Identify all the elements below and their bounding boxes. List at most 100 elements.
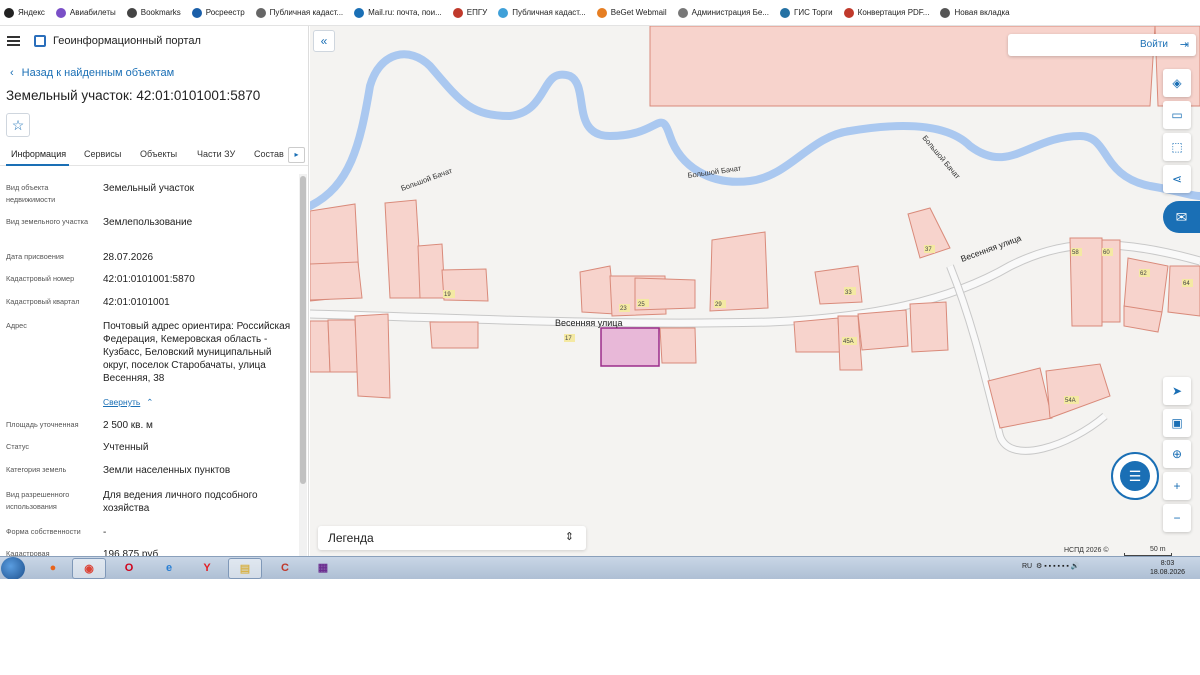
bookmark-icon bbox=[255, 7, 266, 18]
bookmark-icon bbox=[191, 7, 202, 18]
info-panel: Геоинформационный портал ‹ Назад к найден… bbox=[0, 26, 309, 556]
chevron-up-icon: ⌃ bbox=[146, 397, 154, 407]
parcel-polygon bbox=[857, 309, 909, 351]
map-layer: Большой Бачат Большой Бачат Большой Бача… bbox=[310, 26, 1200, 455]
house-number: 60 bbox=[1103, 250, 1110, 256]
field-value: 28.07.2026 bbox=[103, 252, 154, 263]
parcel-polygon bbox=[909, 301, 949, 353]
tab-objects[interactable]: Объекты bbox=[140, 149, 177, 159]
map-attribution: НСПД 2026 © bbox=[1064, 547, 1109, 554]
bookmark-item[interactable]: Новая вкладка bbox=[940, 7, 1010, 18]
bookmark-item[interactable]: Публичная кадаст... bbox=[255, 7, 343, 18]
select-area-icon: ⬚ bbox=[1171, 140, 1183, 154]
select-area-button[interactable]: ⬚ bbox=[1163, 133, 1191, 161]
tab-parts[interactable]: Части ЗУ bbox=[197, 149, 235, 159]
tab-services[interactable]: Сервисы bbox=[84, 149, 121, 159]
clock[interactable]: 8:03 18.08.2026 bbox=[1150, 559, 1185, 577]
street-label: Весенняя улица bbox=[555, 318, 622, 328]
login-box[interactable]: Войти ⇥ bbox=[1008, 34, 1196, 56]
bookmark-item[interactable]: Публичная кадаст... bbox=[498, 7, 586, 18]
bookmark-item[interactable]: Авиабилеты bbox=[55, 7, 116, 18]
bookmark-item[interactable]: BeGet Webmail bbox=[596, 7, 667, 18]
bookmark-item[interactable]: Администрация Бе... bbox=[677, 7, 770, 18]
login-icon: ⇥ bbox=[1179, 39, 1189, 51]
bookmarks-bar: Яндекс Авиабилеты Bookmarks Росреестр Публич… bbox=[0, 0, 1200, 26]
bookmark-label: Яндекс bbox=[18, 8, 45, 17]
bookmark-label: Росреестр bbox=[205, 8, 245, 17]
internet-explorer-icon[interactable]: e bbox=[152, 558, 186, 579]
field-label: Категория земель bbox=[6, 465, 67, 474]
start-button[interactable] bbox=[1, 557, 25, 580]
favorite-button[interactable]: ☆ bbox=[6, 113, 30, 137]
collapse-panel-button[interactable]: « bbox=[313, 30, 335, 52]
expand-icon: ⇕ bbox=[564, 531, 574, 543]
share-button[interactable]: ⋖ bbox=[1163, 165, 1191, 193]
login-label: Войти bbox=[1140, 39, 1168, 50]
collapse-link[interactable]: Свернуть ⌃ bbox=[103, 397, 153, 408]
scrollbar-thumb[interactable] bbox=[300, 176, 306, 484]
system-tray[interactable]: RU ⚙ ▪ ▪ ▪ ▪ ▪ ▪ 🔊 bbox=[1022, 562, 1080, 570]
river-label: Большой Бачат bbox=[920, 134, 962, 182]
search-location-button[interactable]: ⊕ bbox=[1163, 440, 1191, 468]
menu-icon[interactable] bbox=[7, 36, 20, 46]
active-tab-indicator bbox=[6, 164, 69, 166]
tab-composition[interactable]: Состав bbox=[254, 149, 284, 159]
field-value: Земли населенных пунктов bbox=[103, 465, 231, 476]
bookmark-item[interactable]: ГИС Торги bbox=[780, 7, 833, 18]
parcel-polygon bbox=[1123, 257, 1169, 313]
tab-info[interactable]: Информация bbox=[11, 149, 66, 159]
layers-icon: ◈ bbox=[1172, 76, 1182, 90]
parcel-polygon bbox=[793, 317, 841, 353]
bookmark-icon bbox=[126, 7, 137, 18]
house-number: 45А bbox=[843, 339, 854, 345]
locate-button[interactable]: ➤ bbox=[1163, 377, 1191, 405]
street-label: Весенняя улица bbox=[959, 233, 1023, 264]
blank-area bbox=[0, 579, 1200, 675]
bookmark-label: Администрация Бе... bbox=[691, 8, 770, 17]
field-label: Вид объекта недвижимости bbox=[6, 183, 56, 204]
bookmark-item[interactable]: Росреестр bbox=[191, 7, 245, 18]
bookmark-item[interactable]: Mail.ru: почта, пои... bbox=[354, 7, 442, 18]
basemap-button[interactable]: ▣ bbox=[1163, 409, 1191, 437]
firefox-icon[interactable]: ● bbox=[36, 558, 70, 579]
bookmark-label: BeGet Webmail bbox=[610, 8, 667, 17]
legend-dropdown[interactable]: Легенда ⇕ bbox=[318, 526, 586, 550]
ruler-button[interactable]: ▭ bbox=[1163, 101, 1191, 129]
parcel-polygon bbox=[384, 199, 423, 299]
yandex-icon[interactable]: Y bbox=[190, 558, 224, 579]
assistant-button[interactable]: ☰ bbox=[1111, 452, 1159, 500]
back-link[interactable]: ‹ Назад к найденным объектам bbox=[10, 67, 174, 79]
bookmark-item[interactable]: Bookmarks bbox=[126, 7, 181, 18]
ccleaner-icon[interactable]: C bbox=[268, 558, 302, 579]
chat-button[interactable]: ✉ bbox=[1163, 201, 1200, 233]
tabs-scroll-right-button[interactable]: ▸ bbox=[288, 147, 305, 163]
map-canvas[interactable]: Большой Бачат Большой Бачат Большой Бача… bbox=[310, 26, 1200, 556]
zoom-out-button[interactable]: − bbox=[1163, 504, 1191, 532]
winrar-icon[interactable]: ▦ bbox=[306, 558, 340, 579]
field-value: 2 500 кв. м bbox=[103, 420, 153, 431]
double-chevron-left-icon: « bbox=[320, 34, 328, 48]
parcel-polygon bbox=[327, 319, 359, 373]
house-number: 54А bbox=[1065, 398, 1076, 404]
minus-icon: − bbox=[1173, 511, 1181, 525]
parcel-polygon bbox=[659, 327, 697, 364]
zoom-in-button[interactable]: + bbox=[1163, 472, 1191, 500]
chrome-icon[interactable]: ◉ bbox=[72, 558, 106, 579]
explorer-icon[interactable]: ▤ bbox=[228, 558, 262, 579]
house-number: 17 bbox=[565, 336, 572, 342]
portal-title: Геоинформационный портал bbox=[53, 35, 201, 47]
bookmark-label: Публичная кадаст... bbox=[512, 8, 586, 17]
bookmark-icon bbox=[354, 7, 365, 18]
layers-button[interactable]: ◈ bbox=[1163, 69, 1191, 97]
field-value: Земельный участок bbox=[103, 183, 195, 194]
bookmark-item[interactable]: ЕПГУ bbox=[452, 7, 487, 18]
panel-scrollbar[interactable] bbox=[299, 174, 307, 556]
house-number: 64 bbox=[1183, 281, 1190, 287]
parcel-polygon bbox=[354, 313, 391, 399]
opera-icon[interactable]: O bbox=[112, 558, 146, 579]
language-indicator: RU bbox=[1022, 563, 1033, 570]
bookmark-item[interactable]: Конвертация PDF... bbox=[843, 7, 929, 18]
house-number: 23 bbox=[620, 306, 627, 312]
bookmark-item[interactable]: Яндекс bbox=[4, 7, 45, 18]
share-icon: ⋖ bbox=[1171, 172, 1183, 186]
